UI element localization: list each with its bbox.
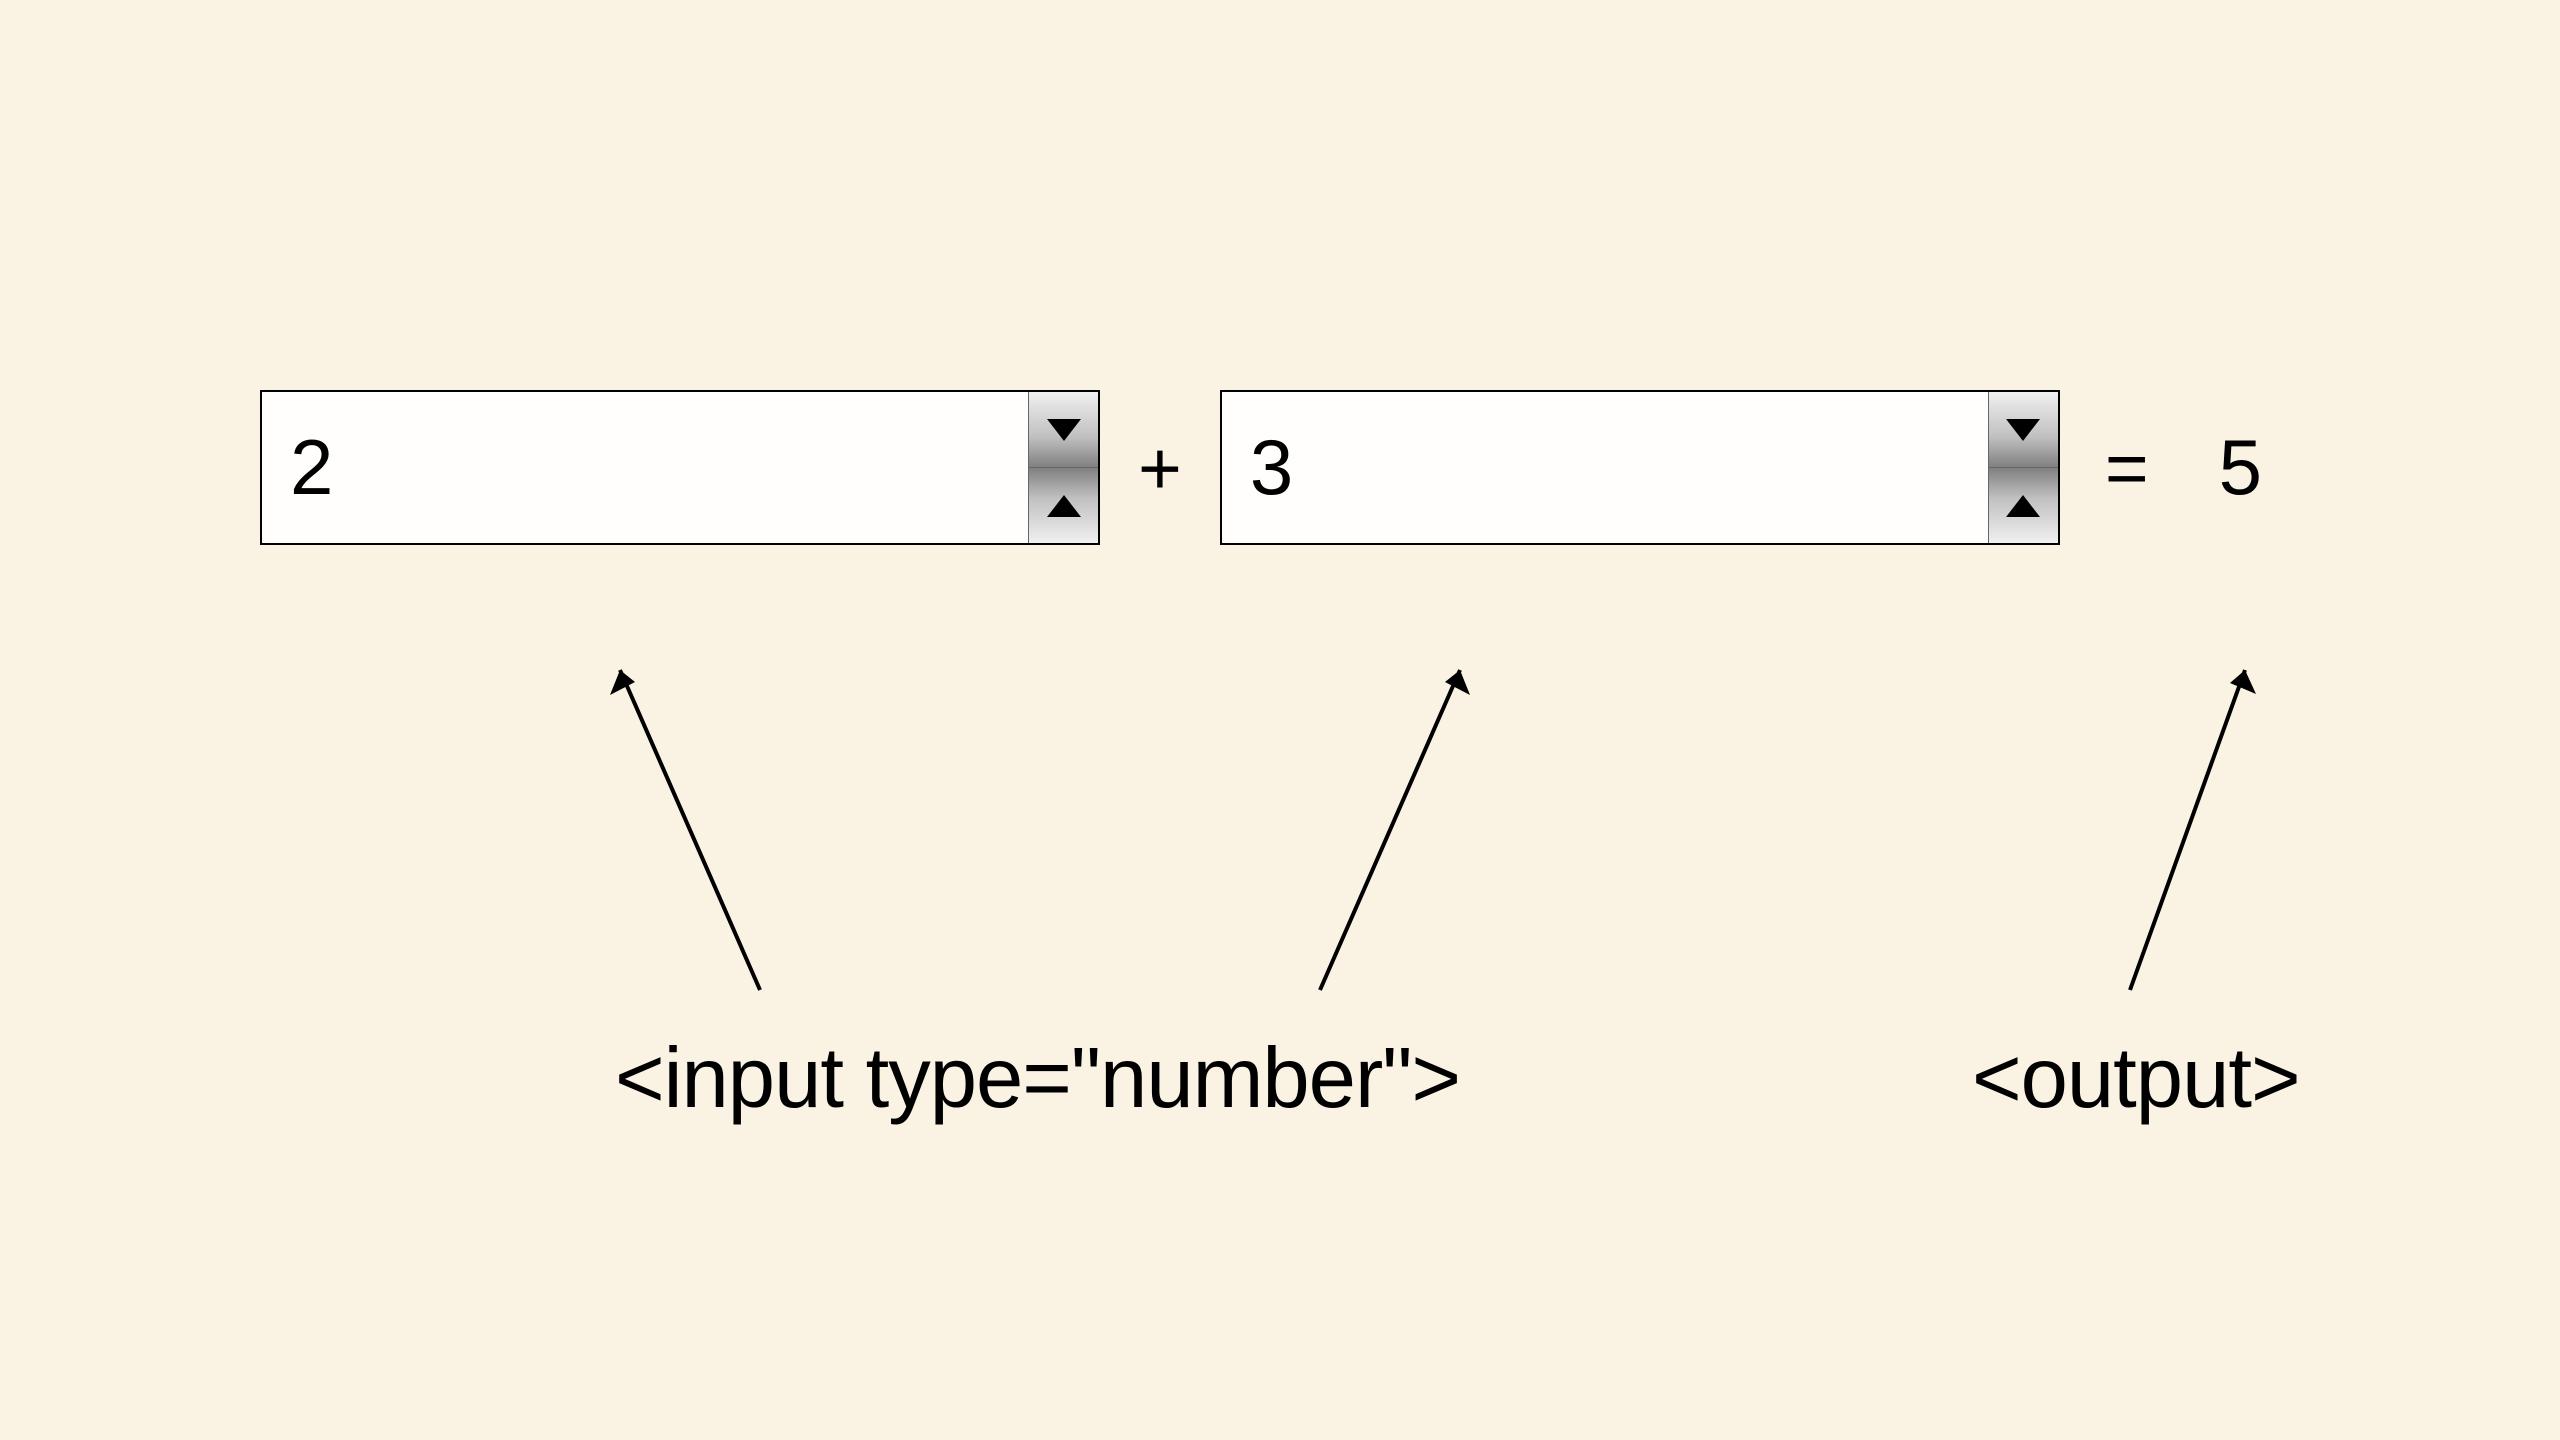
arrow-icon [600,660,780,1000]
input-1-value: 2 [262,422,1028,513]
diagram-container: 2 + 3 = 5 [0,0,2560,1440]
plus-operator: + [1130,425,1190,511]
spinner-up-button-2[interactable] [1988,468,2058,543]
spinner-controls-1 [1028,392,1098,543]
chevron-up-icon [1047,495,1081,517]
chevron-down-icon [1047,419,1081,441]
number-input-1[interactable]: 2 [260,390,1100,545]
arrow-icon [1310,660,1490,1000]
spinner-down-button-1[interactable] [1028,392,1098,468]
spinner-up-button-1[interactable] [1028,468,1098,543]
arrow-icon [2120,660,2270,1000]
label-input-type-number: <input type="number"> [615,1030,1460,1128]
annotations-layer: <input type="number"> <output> [0,0,2560,1440]
equals-sign: = [2090,425,2159,511]
input-2-value: 3 [1222,422,1988,513]
label-output-element: <output> [1972,1030,2300,1128]
number-input-2[interactable]: 3 [1220,390,2060,545]
spinner-controls-2 [1988,392,2058,543]
output-value: 5 [2189,422,2262,513]
equation-row: 2 + 3 = 5 [260,390,2262,545]
spinner-down-button-2[interactable] [1988,392,2058,468]
chevron-up-icon [2006,495,2040,517]
chevron-down-icon [2006,419,2040,441]
